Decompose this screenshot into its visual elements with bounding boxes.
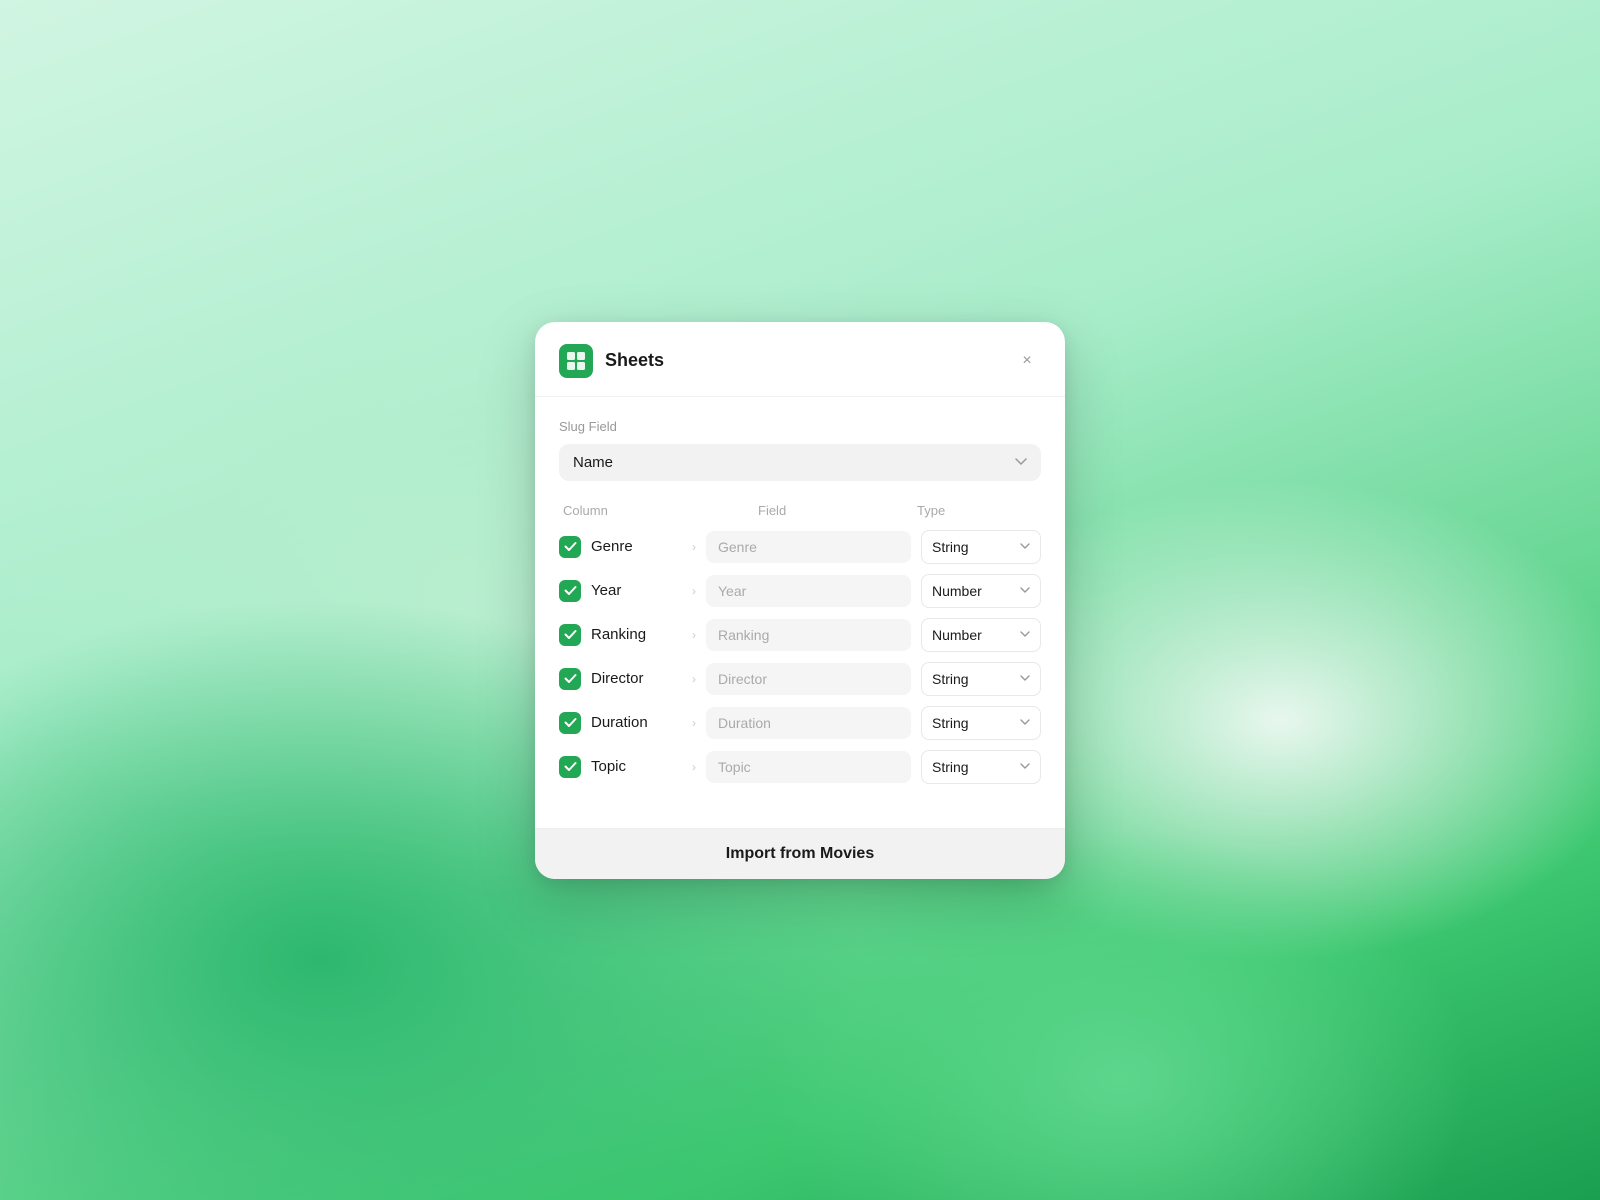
director-column-name: Director <box>591 670 644 687</box>
arrow-icon: › <box>682 672 706 686</box>
genre-type-select[interactable]: StringNumberBooleanDate <box>921 530 1041 564</box>
director-field-input[interactable] <box>706 663 911 695</box>
arrow-icon: › <box>682 716 706 730</box>
import-button[interactable]: Import from Movies <box>535 829 1065 879</box>
slug-field-label: Slug Field <box>559 419 1041 434</box>
topic-type-wrap: StringNumberBooleanDate <box>921 750 1041 784</box>
table-row: Topic › StringNumberBooleanDate <box>559 750 1041 784</box>
topic-checkbox[interactable] <box>559 756 581 778</box>
ranking-type-select[interactable]: StringNumberBooleanDate <box>921 618 1041 652</box>
year-type-select[interactable]: StringNumberBooleanDate <box>921 574 1041 608</box>
year-type-wrap: StringNumberBooleanDate <box>921 574 1041 608</box>
table-row: Director › StringNumberBooleanDate <box>559 662 1041 696</box>
column-header-column: Column <box>563 503 738 518</box>
columns-header: Column Field Type <box>559 503 1041 518</box>
checkbox-column: Director <box>559 668 682 690</box>
column-header-field: Field <box>758 503 917 518</box>
checkbox-column: Duration <box>559 712 682 734</box>
director-type-wrap: StringNumberBooleanDate <box>921 662 1041 696</box>
arrow-icon: › <box>682 760 706 774</box>
slug-field-select[interactable]: Name Genre Year <box>559 444 1041 481</box>
column-header-type: Type <box>917 503 1037 518</box>
dialog-header: Sheets × <box>535 322 1065 397</box>
topic-type-select[interactable]: StringNumberBooleanDate <box>921 750 1041 784</box>
duration-field-input[interactable] <box>706 707 911 739</box>
duration-type-select[interactable]: StringNumberBooleanDate <box>921 706 1041 740</box>
close-button[interactable]: × <box>1013 347 1041 375</box>
ranking-type-wrap: StringNumberBooleanDate <box>921 618 1041 652</box>
table-row: Genre › StringNumberBooleanDate <box>559 530 1041 564</box>
director-type-select[interactable]: StringNumberBooleanDate <box>921 662 1041 696</box>
checkbox-column: Topic <box>559 756 682 778</box>
table-row: Year › StringNumberBooleanDate <box>559 574 1041 608</box>
arrow-icon: › <box>682 628 706 642</box>
duration-checkbox[interactable] <box>559 712 581 734</box>
sheets-dialog: Sheets × Slug Field Name Genre Year Colu… <box>535 322 1065 879</box>
topic-field-input[interactable] <box>706 751 911 783</box>
arrow-icon: › <box>682 540 706 554</box>
rows-container: Genre › StringNumberBooleanDate Year <box>559 530 1041 784</box>
table-row: Ranking › StringNumberBooleanDate <box>559 618 1041 652</box>
genre-checkbox[interactable] <box>559 536 581 558</box>
checkbox-column: Ranking <box>559 624 682 646</box>
ranking-field-input[interactable] <box>706 619 911 651</box>
table-row: Duration › StringNumberBooleanDate <box>559 706 1041 740</box>
arrow-icon: › <box>682 584 706 598</box>
topic-column-name: Topic <box>591 758 626 775</box>
sheets-icon <box>559 344 593 378</box>
year-column-name: Year <box>591 582 621 599</box>
ranking-column-name: Ranking <box>591 626 646 643</box>
year-checkbox[interactable] <box>559 580 581 602</box>
year-field-input[interactable] <box>706 575 911 607</box>
dialog-title: Sheets <box>605 350 1001 371</box>
checkbox-column: Year <box>559 580 682 602</box>
director-checkbox[interactable] <box>559 668 581 690</box>
checkbox-column: Genre <box>559 536 682 558</box>
duration-type-wrap: StringNumberBooleanDate <box>921 706 1041 740</box>
genre-column-name: Genre <box>591 538 633 555</box>
duration-column-name: Duration <box>591 714 648 731</box>
ranking-checkbox[interactable] <box>559 624 581 646</box>
genre-type-wrap: StringNumberBooleanDate <box>921 530 1041 564</box>
genre-field-input[interactable] <box>706 531 911 563</box>
dialog-body: Slug Field Name Genre Year Column Field … <box>535 397 1065 806</box>
